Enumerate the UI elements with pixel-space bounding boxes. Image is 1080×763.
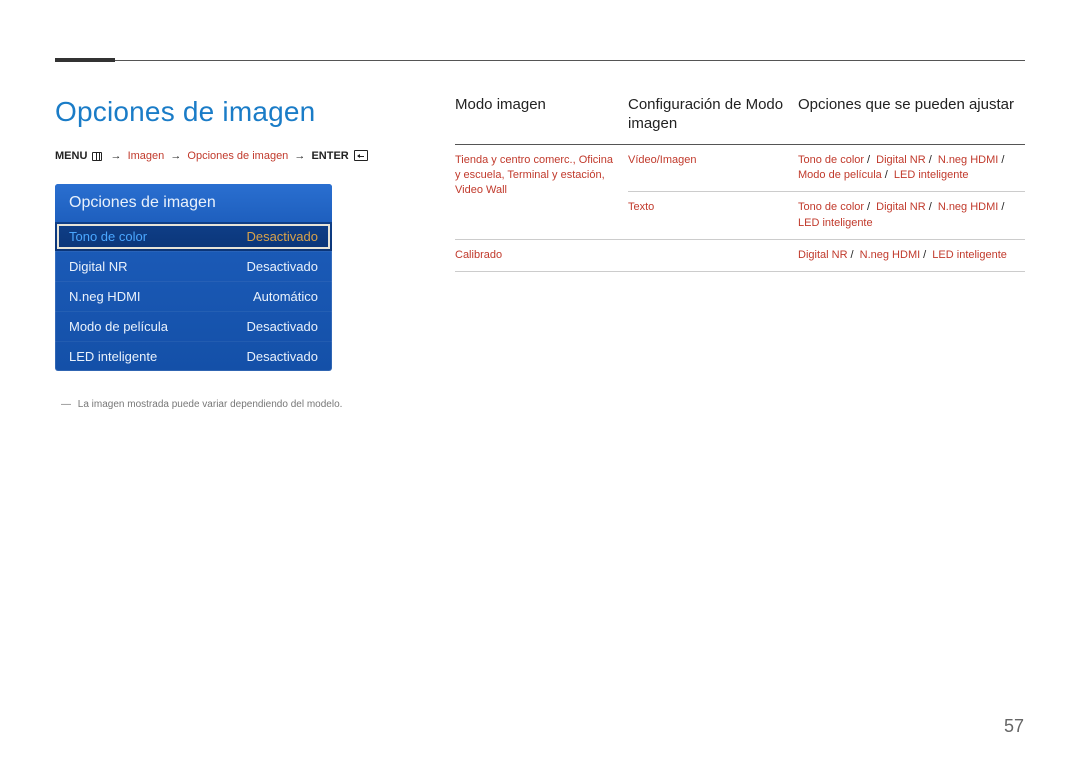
opt: LED inteligente [894,169,969,181]
cell-config: Vídeo/Imagen [628,153,798,184]
cell-modo-imagen: Calibrado [455,248,628,263]
section-title: Opciones de imagen [55,96,315,128]
page-divider-accent [55,58,115,62]
menu-icon [92,152,102,161]
table-row: Tienda y centro comerc., Oficina y escue… [455,145,1025,241]
osd-panel: Opciones de imagen Tono de color Desacti… [55,184,332,371]
enter-icon [354,150,368,161]
arrow-icon: → [170,150,181,162]
breadcrumb-menu: MENU [55,150,87,162]
breadcrumb-enter: ENTER [311,150,348,162]
options-table: Modo imagen Configuración de Modo imagen… [455,96,1025,272]
osd-value: Automático [253,289,318,304]
osd-label: N.neg HDMI [69,289,141,304]
osd-label: Digital NR [69,259,128,274]
table-header: Modo imagen Configuración de Modo imagen… [455,96,1025,145]
osd-label: Modo de película [69,319,168,334]
opt: N.neg HDMI [938,154,999,166]
arrow-icon: → [294,150,305,162]
cell-opciones: Tono de color/ Digital NR/ N.neg HDMI/ L… [798,200,1025,231]
osd-row-tono-de-color[interactable]: Tono de color Desactivado [55,222,332,251]
osd-title: Opciones de imagen [55,184,332,222]
osd-label: Tono de color [69,229,147,244]
cell-group: Vídeo/Imagen Tono de color/ Digital NR/ … [628,153,1025,232]
page-number: 57 [1004,716,1024,737]
note-dash: ― [61,399,71,410]
page-divider [55,60,1025,61]
opt: Tono de color [798,201,864,213]
th-modo-imagen: Modo imagen [455,96,628,134]
opt: Digital NR [876,201,926,213]
breadcrumb-opciones: Opciones de imagen [187,150,288,162]
osd-row-led-inteligente[interactable]: LED inteligente Desactivado [55,341,332,371]
opt: Tono de color [798,154,864,166]
th-opciones-ajustar: Opciones que se pueden ajustar [798,96,1025,134]
note-text: La imagen mostrada puede variar dependie… [78,399,343,410]
opt: Digital NR [798,249,848,261]
cell-opciones: Tono de color/ Digital NR/ N.neg HDMI/ M… [798,153,1025,184]
th-config-modo: Configuración de Modo imagen [628,96,798,134]
opt: LED inteligente [932,249,1007,261]
arrow-icon: → [111,150,122,162]
cell-modo-imagen: Tienda y centro comerc., Oficina y escue… [455,153,628,199]
osd-value: Desactivado [246,349,318,364]
breadcrumb-imagen: Imagen [128,150,165,162]
osd-value: Desactivado [246,259,318,274]
osd-row-nneg-hdmi[interactable]: N.neg HDMI Automático [55,281,332,311]
opt: N.neg HDMI [938,201,999,213]
opt: Digital NR [876,154,926,166]
cell-opciones: Digital NR/ N.neg HDMI/ LED inteligente [798,248,1025,263]
cell-config [628,248,798,263]
value: Tienda y centro comerc. [455,154,573,166]
osd-row-digital-nr[interactable]: Digital NR Desactivado [55,251,332,281]
value: Terminal y estación [507,169,601,181]
page: Opciones de imagen MENU → Imagen → Opcio… [0,0,1080,763]
opt: LED inteligente [798,217,873,229]
opt: Modo de película [798,169,882,181]
value: Video Wall [455,184,507,196]
opt: N.neg HDMI [860,249,921,261]
cell-config: Texto [628,200,798,231]
breadcrumb: MENU → Imagen → Opciones de imagen → ENT… [55,150,370,162]
osd-value: Desactivado [246,319,318,334]
osd-row-modo-pelicula[interactable]: Modo de película Desactivado [55,311,332,341]
table-row: Calibrado Digital NR/ N.neg HDMI/ LED in… [455,240,1025,272]
osd-value: Desactivado [246,229,318,244]
osd-label: LED inteligente [69,349,157,364]
osd-note: ― La imagen mostrada puede variar depend… [61,399,342,410]
